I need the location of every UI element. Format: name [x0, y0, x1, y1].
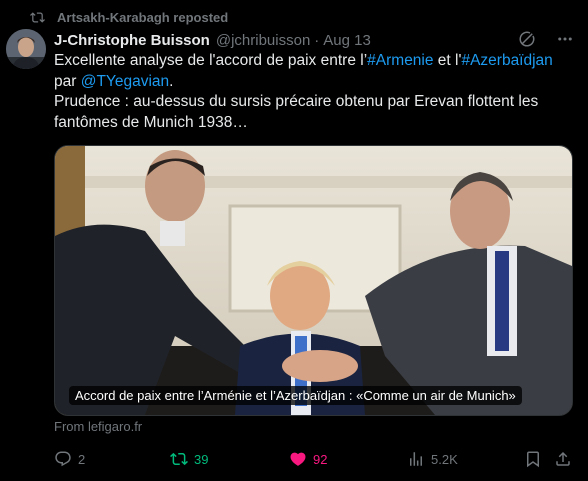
more-icon[interactable] [556, 30, 574, 48]
repost-button[interactable]: 39 [170, 448, 208, 470]
card-image [55, 146, 572, 415]
action-bar: 2 39 92 5.2K [54, 448, 574, 470]
author-name[interactable]: J-Christophe Buisson [54, 32, 210, 49]
tweet-text: Excellente analyse de l'accord de paix e… [54, 51, 584, 133]
card-title[interactable]: Accord de paix entre l’Arménie et l’Azer… [69, 386, 522, 405]
reply-count: 2 [78, 451, 86, 467]
views-count: 5.2K [431, 451, 458, 467]
views-button[interactable]: 5.2K [407, 448, 458, 470]
card-source[interactable]: From lefigaro.fr [54, 419, 142, 434]
tweet-line-2: par @TYegavian. [54, 72, 584, 93]
views-icon [410, 452, 422, 466]
tweet-text-part: et l' [433, 52, 462, 69]
tweet-text-part: par [54, 72, 81, 90]
tweet[interactable]: Artsakh-Karabagh reposted J-Christophe B… [0, 0, 588, 481]
bookmark-icon [527, 451, 539, 468]
share-icon [556, 451, 570, 466]
reply-icon [55, 451, 71, 467]
repost-indicator[interactable]: Artsakh-Karabagh reposted [30, 8, 228, 26]
tweet-line-1: Excellente analyse de l'accord de paix e… [54, 51, 584, 72]
repost-icon [170, 452, 188, 466]
repost-icon [30, 11, 45, 23]
repost-label: Artsakh-Karabagh reposted [57, 9, 229, 25]
heart-icon [290, 452, 306, 466]
grok-icon[interactable] [518, 30, 536, 48]
like-button[interactable]: 92 [289, 448, 327, 470]
tweet-header: J-Christophe Buisson @jchribuisson · Aug… [54, 29, 574, 51]
like-count: 92 [313, 451, 328, 467]
hashtag-azerbaidjan[interactable]: #Azerbaïdjan [461, 52, 552, 69]
tweet-date[interactable]: Aug 13 [323, 32, 371, 49]
reply-button[interactable]: 2 [54, 448, 85, 470]
tweet-text-part: Excellente analyse de l'accord de paix e… [54, 52, 368, 69]
author-handle[interactable]: @jchribuisson [216, 32, 310, 49]
avatar[interactable] [6, 29, 46, 69]
mention-tyegavian[interactable]: @TYegavian [81, 73, 169, 90]
bookmark-button[interactable] [524, 448, 542, 470]
tweet-line-3: Prudence : au-dessus du sursis précaire … [54, 93, 539, 131]
share-button[interactable] [554, 448, 572, 470]
repost-count: 39 [194, 451, 209, 467]
tweet-text-part: . [169, 72, 174, 90]
link-card[interactable]: Accord de paix entre l’Arménie et l’Azer… [54, 145, 573, 416]
hashtag-armenie[interactable]: #Armenie [367, 52, 433, 69]
separator-dot: · [314, 31, 320, 49]
